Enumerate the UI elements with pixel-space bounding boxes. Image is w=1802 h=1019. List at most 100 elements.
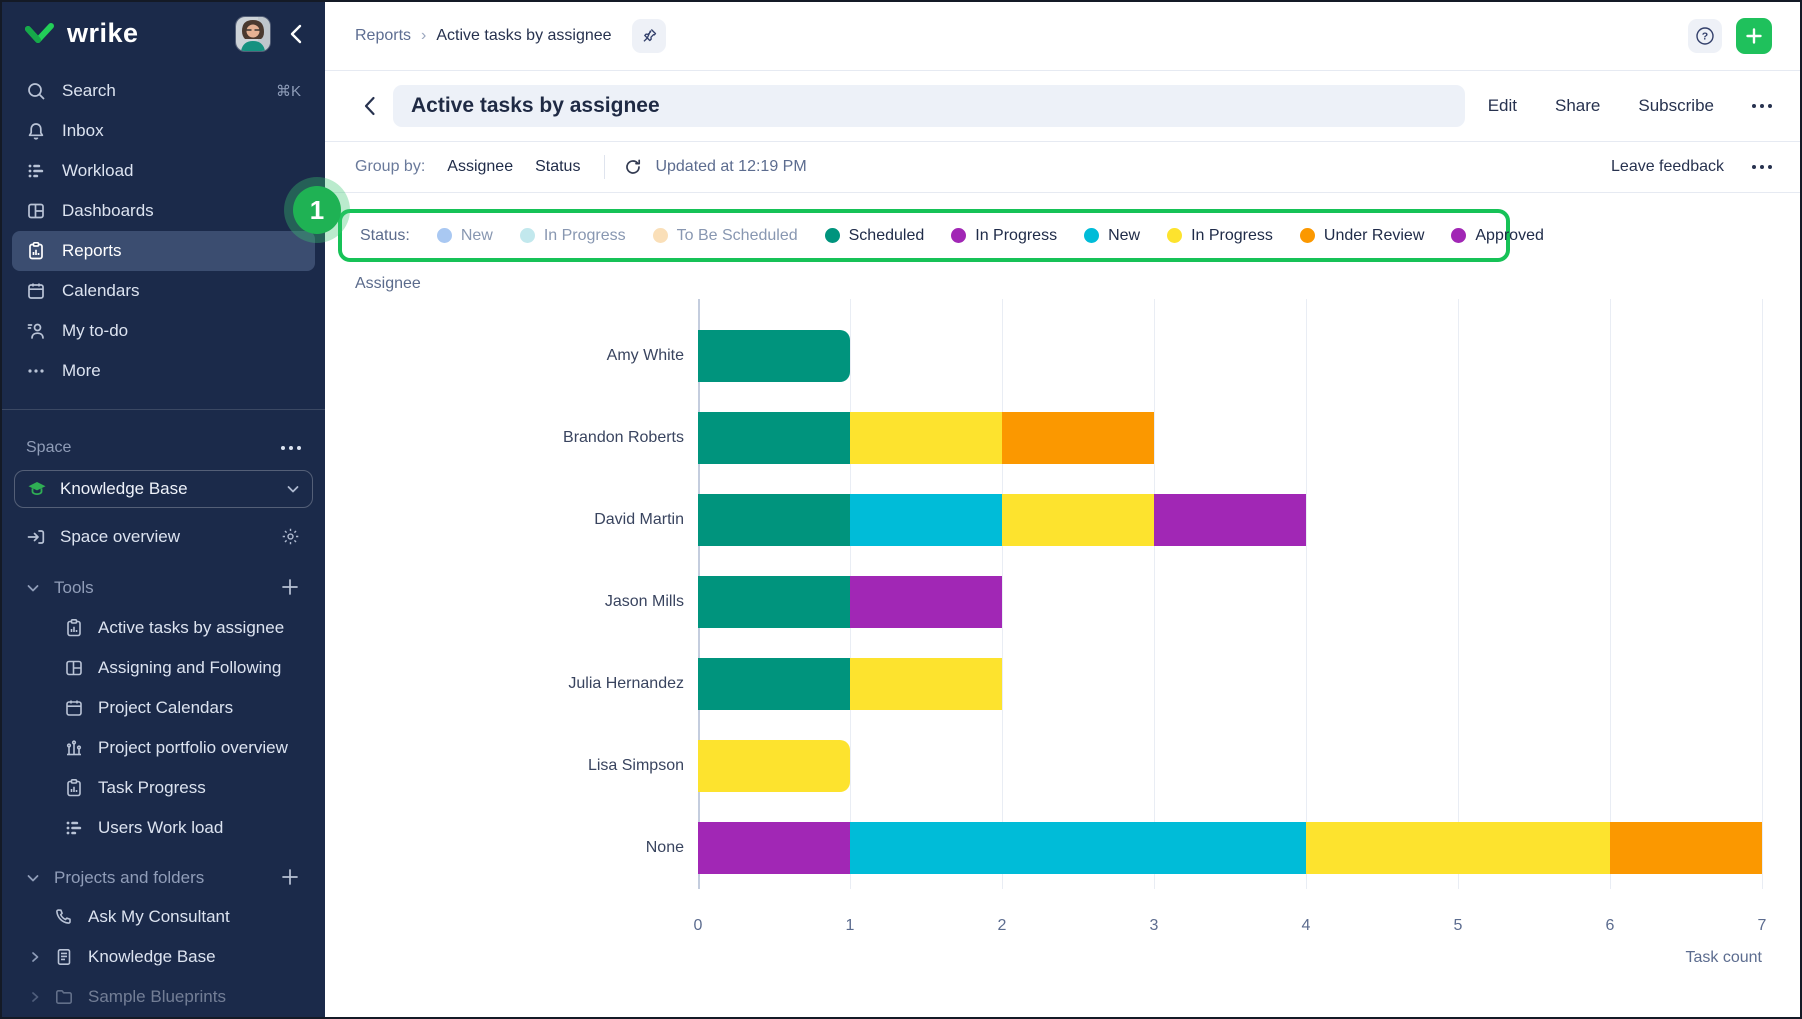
- add-project-icon[interactable]: [281, 868, 301, 888]
- report-title-input[interactable]: Active tasks by assignee: [393, 85, 1465, 127]
- document-icon: [54, 947, 74, 967]
- sidebar-item-my-todo[interactable]: My to-do: [12, 311, 315, 351]
- sidebar-item-space-overview[interactable]: Space overview: [12, 517, 315, 557]
- share-button[interactable]: Share: [1555, 96, 1600, 116]
- group-by-status[interactable]: Status: [535, 158, 580, 176]
- space-header-label: Space: [26, 439, 71, 457]
- sidebar-item-more[interactable]: More: [12, 351, 315, 391]
- sidebar-item-label: My to-do: [62, 321, 128, 341]
- group-by-assignee[interactable]: Assignee: [447, 158, 513, 176]
- bar-segment-scheduled[interactable]: [698, 576, 850, 628]
- plus-icon: [1745, 27, 1763, 45]
- person-tasks-icon: [26, 321, 46, 341]
- bar-segment-inprogress_yellow[interactable]: [850, 412, 1002, 464]
- legend-item-approved[interactable]: Approved: [1451, 227, 1544, 245]
- sidebar-item-knowledge-base-folder[interactable]: Knowledge Base: [2, 937, 325, 977]
- gear-icon[interactable]: [281, 527, 301, 547]
- sidebar-item-active-tasks-by-assignee[interactable]: Active tasks by assignee: [2, 608, 325, 648]
- bar-segment-inprogress_yellow[interactable]: [850, 658, 1002, 710]
- search-icon: [26, 81, 46, 101]
- bar-segment-scheduled[interactable]: [698, 412, 850, 464]
- edit-button[interactable]: Edit: [1488, 96, 1517, 116]
- breadcrumb-reports-link[interactable]: Reports: [355, 27, 411, 45]
- sidebar-item-ask-my-consultant[interactable]: Ask My Consultant: [2, 897, 325, 937]
- projects-section-header[interactable]: Projects and folders: [12, 858, 315, 898]
- sidebar-item-task-progress[interactable]: Task Progress: [2, 768, 325, 808]
- sidebar-item-project-portfolio-overview[interactable]: Project portfolio overview: [2, 728, 325, 768]
- legend-item-new_cyan[interactable]: New: [1084, 227, 1140, 245]
- sidebar-item-workload[interactable]: Workload: [12, 151, 315, 191]
- user-avatar[interactable]: [235, 16, 271, 52]
- logo-text: wrike: [67, 18, 139, 49]
- chart-row: None: [698, 807, 1762, 889]
- back-button[interactable]: [355, 92, 383, 120]
- legend-dot: [1451, 228, 1466, 243]
- sidebar-item-users-work-load[interactable]: Users Work load: [2, 808, 325, 848]
- legend-dot: [1167, 228, 1182, 243]
- sidebar-item-reports[interactable]: Reports: [12, 231, 315, 271]
- refresh-icon[interactable]: [623, 157, 643, 177]
- sidebar-item-inbox[interactable]: Inbox: [12, 111, 315, 151]
- sidebar-item-dashboards[interactable]: Dashboards: [12, 191, 315, 231]
- legend-item-underreview[interactable]: Under Review: [1300, 227, 1424, 245]
- pin-button[interactable]: [632, 19, 666, 53]
- legend-dot: [437, 228, 452, 243]
- chevron-down-icon: [26, 581, 40, 595]
- leave-feedback-link[interactable]: Leave feedback: [1611, 158, 1724, 176]
- bar-segment-underreview[interactable]: [1002, 412, 1154, 464]
- sidebar-item-calendars[interactable]: Calendars: [12, 271, 315, 311]
- legend-item-new_muted[interactable]: New: [437, 227, 493, 245]
- legend-item-scheduled[interactable]: Scheduled: [825, 227, 925, 245]
- bar-segment-underreview[interactable]: [1610, 822, 1762, 874]
- legend-item-label: New: [461, 227, 493, 245]
- help-button[interactable]: ?: [1688, 19, 1722, 53]
- sidebar-item-label: Project portfolio overview: [98, 738, 288, 758]
- bar-segment-inprogress_purple[interactable]: [698, 822, 850, 874]
- bar-segment-inprogress_purple[interactable]: [850, 576, 1002, 628]
- sidebar-item-sample-blueprints[interactable]: Sample Blueprints: [2, 977, 325, 1017]
- assignee-label: Jason Mills: [354, 561, 684, 643]
- legend-item-inprogress_yellow[interactable]: In Progress: [1167, 227, 1273, 245]
- title-more-menu[interactable]: [1752, 104, 1772, 108]
- bar-segment-scheduled[interactable]: [698, 330, 850, 382]
- toolbar-more-menu[interactable]: [1752, 165, 1772, 169]
- subscribe-button[interactable]: Subscribe: [1638, 96, 1714, 116]
- sidebar-item-label: Space overview: [60, 527, 180, 547]
- sidebar-item-project-calendars[interactable]: Project Calendars: [2, 688, 325, 728]
- sidebar-item-label: Calendars: [62, 281, 140, 301]
- space-selector[interactable]: Knowledge Base: [14, 470, 313, 508]
- bar-segment-inprogress_yellow[interactable]: [698, 740, 850, 792]
- bar-segment-scheduled[interactable]: [698, 658, 850, 710]
- sidebar-item-label: Search: [62, 81, 116, 101]
- tools-header-label: Tools: [54, 578, 94, 598]
- legend-item-label: In Progress: [544, 227, 626, 245]
- svg-text:?: ?: [1702, 31, 1708, 43]
- create-new-button[interactable]: [1736, 18, 1772, 54]
- bar-segment-new_cyan[interactable]: [850, 494, 1002, 546]
- tools-section-header[interactable]: Tools: [12, 568, 315, 608]
- title-actions: Edit Share Subscribe: [1488, 96, 1772, 116]
- sidebar-item-search[interactable]: Search ⌘K: [12, 71, 315, 111]
- legend-item-label: Scheduled: [849, 227, 925, 245]
- bar-segment-inprogress_yellow[interactable]: [1306, 822, 1610, 874]
- x-tick-label: 1: [826, 917, 874, 935]
- bar-segment-approved[interactable]: [1154, 494, 1306, 546]
- sidebar-item-assigning-and-following[interactable]: Assigning and Following: [2, 648, 325, 688]
- toolbar-right: Leave feedback: [1611, 158, 1772, 176]
- legend-item-tobescheduled[interactable]: To Be Scheduled: [653, 227, 798, 245]
- sidebar-item-label: Active tasks by assignee: [98, 618, 284, 638]
- wrike-check-icon: [24, 21, 58, 47]
- space-section-header: Space: [12, 434, 315, 462]
- sidebar-header: wrike: [2, 2, 325, 66]
- legend-item-inprogress_purple[interactable]: In Progress: [951, 227, 1057, 245]
- bar-segment-new_cyan[interactable]: [850, 822, 1306, 874]
- bar-segment-scheduled[interactable]: [698, 494, 850, 546]
- dashboard-icon: [64, 658, 84, 678]
- sidebar-collapse-icon[interactable]: [285, 23, 307, 45]
- wrike-logo[interactable]: wrike: [24, 18, 235, 49]
- legend-item-label: In Progress: [975, 227, 1057, 245]
- space-menu-icon[interactable]: [281, 446, 301, 450]
- bar-segment-inprogress_yellow[interactable]: [1002, 494, 1154, 546]
- legend-item-inprogress_muted[interactable]: In Progress: [520, 227, 626, 245]
- add-tool-icon[interactable]: [281, 578, 301, 598]
